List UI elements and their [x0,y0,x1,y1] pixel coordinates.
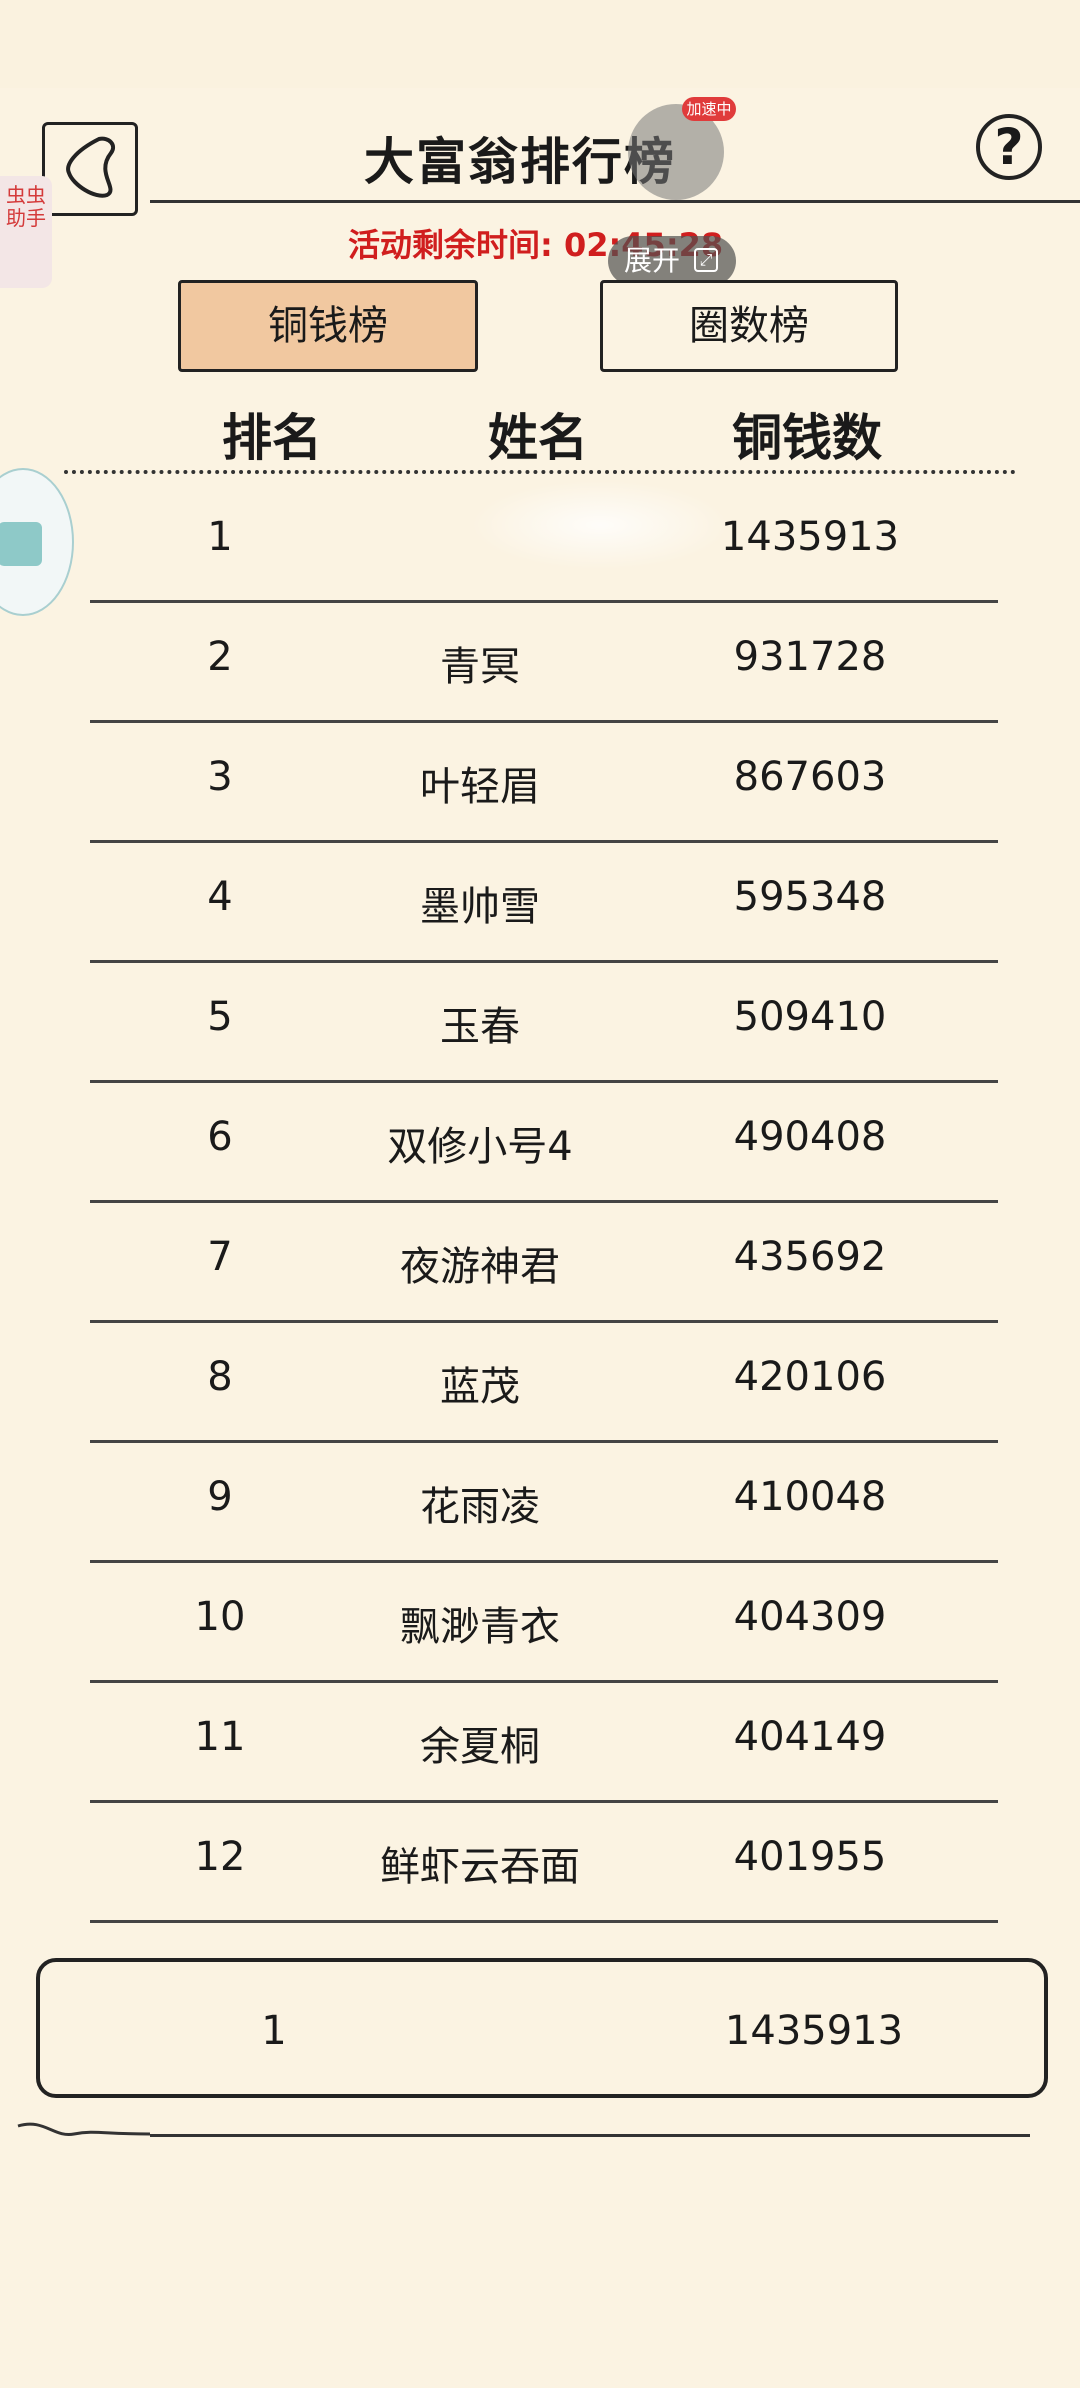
name-cell: 余夏桐 [420,1724,540,1770]
my-rank-cell: 1 [261,2008,287,2054]
my-coins-cell: 1435913 [724,2008,904,2054]
name-cell: 夜游神君 [400,1244,560,1290]
table-row: 2 青冥 931728 [90,600,998,723]
tab-laps[interactable]: 圈数榜 [600,280,898,372]
header-dotted-divider [64,470,1016,474]
name-cell: 鲜虾云吞面 [380,1844,580,1890]
table-row: 12 鲜虾云吞面 401955 [90,1800,998,1923]
rank-cell: 8 [207,1354,233,1400]
column-header-coins: 铜钱数 [732,409,882,467]
rank-cell: 2 [207,634,233,680]
help-button[interactable]: ? [976,114,1042,180]
table-row: 1 1435913 [90,480,998,603]
rank-cell: 12 [194,1834,246,1880]
table-row: 10 飘渺青衣 404309 [90,1560,998,1683]
expand-button[interactable]: 展开 ⤢ [608,236,736,286]
header-divider [150,200,1080,203]
rank-cell: 3 [207,754,233,800]
name-cell: 青冥 [440,644,520,690]
back-arrow-icon [66,136,116,198]
top-strip [0,0,1080,88]
app-logo-icon [0,522,42,566]
rank-cell: 10 [194,1594,246,1640]
table-row: 9 花雨凌 410048 [90,1440,998,1563]
coins-cell: 404149 [733,1714,887,1760]
expand-label: 展开 [624,244,681,277]
coins-cell: 931728 [733,634,887,680]
expand-icon: ⤢ [694,248,718,272]
my-rank-panel: 1 1435913 [36,1958,1048,2098]
rank-cell: 1 [207,514,233,560]
tab-coins[interactable]: 铜钱榜 [178,280,478,372]
decorative-curl-icon [17,2122,151,2137]
coins-cell: 404309 [733,1594,887,1640]
rank-cell: 11 [194,1714,246,1760]
column-header-name: 姓名 [488,409,588,467]
back-button[interactable] [42,122,138,216]
table-row: 5 玉春 509410 [90,960,998,1083]
coins-cell: 509410 [733,994,887,1040]
rank-cell: 5 [207,994,233,1040]
name-cell: 蓝茂 [440,1364,520,1410]
name-cell: 叶轻眉 [420,764,540,810]
table-row: 11 余夏桐 404149 [90,1680,998,1803]
name-cell: 花雨凌 [420,1484,540,1530]
table-row: 3 叶轻眉 867603 [90,720,998,843]
coins-cell: 410048 [733,1474,887,1520]
coins-cell: 420106 [733,1354,887,1400]
speed-badge: 加速中 [682,97,736,121]
coins-cell: 401955 [733,1834,887,1880]
rank-cell: 6 [207,1114,233,1160]
bottom-divider [150,2134,1030,2137]
table-row: 4 墨帅雪 595348 [90,840,998,963]
coins-cell: 490408 [733,1114,887,1160]
timer-label: 活动剩余时间: [348,226,553,264]
coins-cell: 595348 [733,874,887,920]
name-cell: 玉春 [440,1004,520,1050]
rank-cell: 7 [207,1234,233,1280]
table-row: 7 夜游神君 435692 [90,1200,998,1323]
name-cell: 墨帅雪 [420,884,540,930]
coins-cell: 435692 [733,1234,887,1280]
column-header-rank: 排名 [222,409,322,467]
name-cell: 飘渺青衣 [400,1604,560,1650]
coins-cell: 1435913 [720,514,900,560]
assistant-side-tab[interactable]: 虫虫助手 [0,176,52,288]
rank-cell: 4 [207,874,233,920]
name-cell: 双修小号4 [387,1124,573,1170]
table-row: 8 蓝茂 420106 [90,1320,998,1443]
table-row: 6 双修小号4 490408 [90,1080,998,1203]
side-float-widget[interactable] [0,468,74,616]
coins-cell: 867603 [733,754,887,800]
rank-cell: 9 [207,1474,233,1520]
header: 大富翁排行榜 ? [0,88,1080,216]
